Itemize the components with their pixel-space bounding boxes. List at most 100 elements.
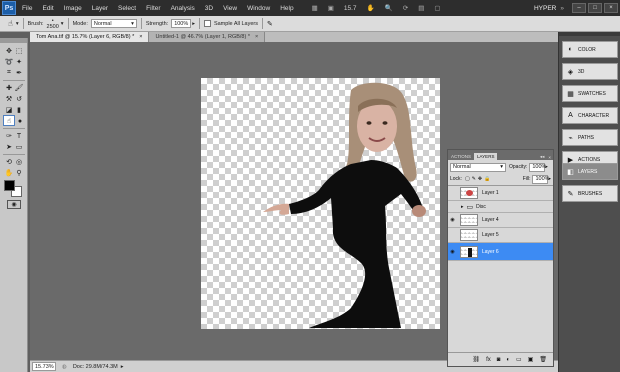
lasso-tool-icon[interactable]: ➰: [4, 57, 14, 67]
brush-preset-picker[interactable]: • 2500: [47, 18, 59, 30]
fill-input[interactable]: 100%: [532, 174, 550, 184]
menu-image[interactable]: Image: [64, 5, 82, 12]
eraser-tool-icon[interactable]: ◪: [4, 105, 14, 115]
menu-window[interactable]: Window: [247, 5, 270, 12]
dock-color[interactable]: ◐ COLOR: [562, 41, 618, 58]
menu-edit[interactable]: Edit: [42, 5, 53, 12]
3d-camera-tool-icon[interactable]: ◎: [14, 157, 24, 167]
menu-view[interactable]: View: [223, 5, 237, 12]
layer-row-layer-5[interactable]: Layer 5: [448, 228, 553, 243]
close-icon[interactable]: ×: [139, 34, 142, 40]
collapse-icon[interactable]: ◂◂: [538, 154, 547, 160]
dock-layers[interactable]: ◧ LAYERS: [562, 163, 618, 180]
zoom-tool-icon[interactable]: 🔍: [385, 4, 393, 12]
mode-select[interactable]: Normal ▾: [90, 19, 137, 28]
dock-paths[interactable]: ⌁ PATHS: [562, 129, 618, 146]
lock-image-icon[interactable]: ✎: [472, 176, 476, 182]
screen-mode-icon[interactable]: ▢: [434, 4, 440, 12]
menu-analysis[interactable]: Analysis: [171, 5, 195, 12]
clone-stamp-tool-icon[interactable]: ⚒: [4, 94, 14, 104]
opacity-input[interactable]: 100%: [529, 162, 546, 172]
chevron-down-icon[interactable]: ▾: [16, 21, 19, 27]
dock-brushes[interactable]: ✎ BRUSHES: [562, 185, 618, 202]
eye-icon[interactable]: ◉: [448, 217, 457, 223]
hand-tool-icon[interactable]: ✋: [367, 4, 375, 12]
smudge-tool-icon[interactable]: ☝: [3, 115, 15, 126]
link-layers-icon[interactable]: ⛓: [472, 356, 480, 363]
tab-layers[interactable]: LAYERS: [474, 153, 498, 160]
dock-grip[interactable]: [559, 32, 620, 36]
dock-3d[interactable]: ◈ 3D: [562, 63, 618, 80]
toolbox-grip[interactable]: [0, 38, 27, 43]
quick-select-tool-icon[interactable]: ✦: [14, 57, 24, 67]
dock-swatches[interactable]: ▦ SWATCHES: [562, 85, 618, 102]
menu-help[interactable]: Help: [280, 5, 293, 12]
layer-mask-icon[interactable]: ◙: [497, 357, 501, 363]
menu-select[interactable]: Select: [118, 5, 136, 12]
lock-all-icon[interactable]: 🔒: [484, 176, 490, 182]
type-tool-icon[interactable]: T: [14, 131, 24, 141]
sample-all-layers-checkbox[interactable]: [203, 20, 211, 27]
adjustment-layer-icon[interactable]: ◐: [506, 357, 510, 363]
zoom-level-display[interactable]: 15.7: [344, 5, 357, 12]
chevron-double-right-icon[interactable]: »: [560, 5, 564, 12]
layer-style-icon[interactable]: fx: [486, 357, 491, 363]
chevron-right-icon[interactable]: ▸: [548, 176, 551, 182]
layer-row-layer-1[interactable]: Layer 1: [448, 186, 553, 201]
path-select-tool-icon[interactable]: ➤: [4, 142, 14, 152]
brush-tool-icon[interactable]: 🖌: [14, 83, 24, 93]
menu-layer[interactable]: Layer: [92, 5, 108, 12]
tab-tom-ana[interactable]: Tom Ana.tif @ 15.7% (Layer 6, RGB/8) * ×: [30, 32, 150, 42]
crop-tool-icon[interactable]: ⌗: [4, 68, 14, 78]
minibridge-icon[interactable]: ▣: [328, 4, 334, 12]
pen-tool-icon[interactable]: ✑: [4, 131, 14, 141]
eyedropper-tool-icon[interactable]: ✒: [14, 68, 24, 78]
gradient-tool-icon[interactable]: ▮: [14, 105, 24, 115]
shape-tool-icon[interactable]: ▭: [14, 142, 24, 152]
eye-icon[interactable]: ◉: [448, 249, 457, 255]
chevron-right-icon[interactable]: ▸: [461, 204, 464, 210]
zoom-field[interactable]: 15.73%: [32, 362, 56, 371]
marquee-tool-icon[interactable]: ⬚: [14, 46, 24, 56]
layer-row-disc[interactable]: ▸ ▭ Disc: [448, 201, 553, 213]
healing-brush-tool-icon[interactable]: ✚: [4, 83, 14, 93]
history-brush-tool-icon[interactable]: ↺: [14, 94, 24, 104]
tab-untitled-1[interactable]: Untitled-1 @ 46.7% (Layer 1, RGB/8) * ×: [149, 32, 266, 42]
trash-icon[interactable]: 🗑: [539, 356, 547, 363]
lock-position-icon[interactable]: ✥: [478, 176, 482, 182]
zoom-tool-icon[interactable]: ⚲: [14, 168, 24, 178]
strength-input[interactable]: 100%: [171, 19, 192, 28]
new-layer-icon[interactable]: ▣: [528, 356, 534, 363]
arrange-documents-icon[interactable]: ▤: [418, 4, 424, 12]
pressure-icon[interactable]: ✎: [267, 20, 273, 28]
maximize-button[interactable]: □: [588, 3, 602, 13]
close-button[interactable]: ×: [604, 3, 618, 13]
smudge-tool-icon[interactable]: ☝: [8, 19, 13, 28]
3d-rotate-tool-icon[interactable]: ⟲: [4, 157, 14, 167]
document-canvas[interactable]: [201, 78, 440, 329]
blend-mode-select[interactable]: Normal ▾: [450, 162, 506, 172]
tab-actions[interactable]: ACTIONS: [448, 153, 474, 160]
menu-3d[interactable]: 3D: [205, 5, 213, 12]
layer-row-layer-4[interactable]: ◉ Layer 4: [448, 213, 553, 228]
chevron-right-icon[interactable]: ▸: [121, 364, 124, 370]
close-icon[interactable]: ×: [255, 34, 258, 40]
menu-filter[interactable]: Filter: [146, 5, 160, 12]
bridge-icon[interactable]: ▦: [312, 4, 318, 12]
chevron-down-icon[interactable]: ▾: [61, 21, 64, 27]
foreground-color-swatch-top[interactable]: [4, 180, 15, 191]
chevron-right-icon[interactable]: ▸: [192, 21, 195, 27]
close-icon[interactable]: ×: [546, 155, 553, 160]
lock-transparent-icon[interactable]: ▢: [465, 176, 470, 182]
chevron-right-icon[interactable]: ▸: [545, 164, 548, 170]
rotate-view-icon[interactable]: ⟳: [403, 4, 408, 12]
hand-tool-icon[interactable]: ✋: [4, 168, 14, 178]
new-group-icon[interactable]: ▭: [516, 356, 522, 363]
move-tool-icon[interactable]: ✥: [4, 46, 14, 56]
layer-row-layer-6[interactable]: ◉ Layer 6: [448, 243, 553, 261]
menu-file[interactable]: File: [22, 5, 32, 12]
dock-character[interactable]: A CHARACTER: [562, 107, 618, 124]
minimize-button[interactable]: –: [572, 3, 586, 13]
dodge-tool-icon[interactable]: ●: [15, 116, 25, 126]
workspace-switcher[interactable]: HYPER: [534, 5, 556, 12]
